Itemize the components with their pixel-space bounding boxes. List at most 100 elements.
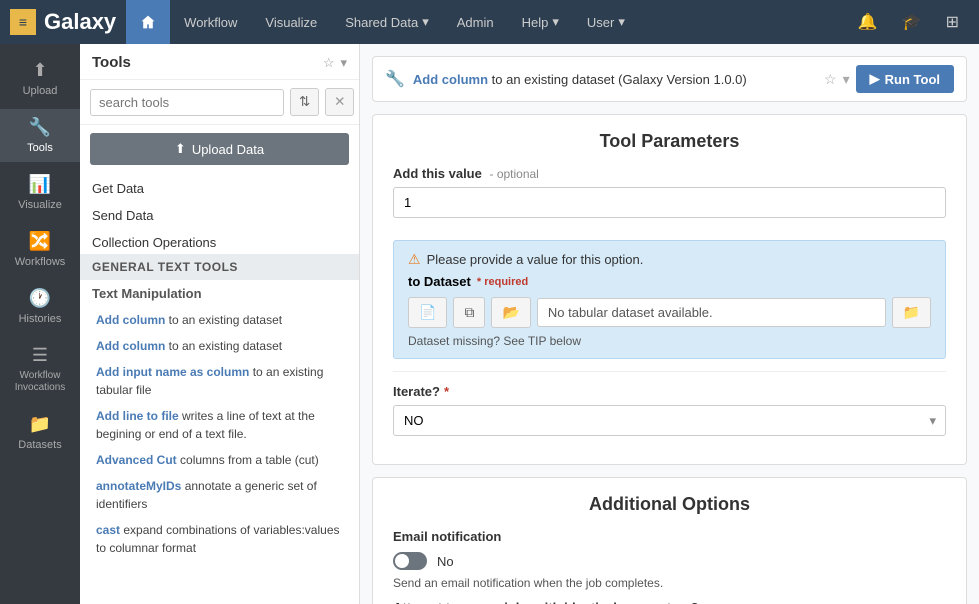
add-value-input[interactable] [393,187,946,218]
tools-header: Tools ☆ ▾ [80,44,359,80]
run-tool-button[interactable]: ▶ Run Tool [856,65,954,93]
sidebar-item-upload[interactable]: ⬆ Upload [0,52,80,105]
iterate-select-wrapper: NO YES ▾ [393,405,946,436]
nav-item-shared-data[interactable]: Shared Data ▾ [331,0,443,44]
navbar: ≡ Galaxy Workflow Visualize Shared Data … [0,0,979,44]
sidebar: ⬆ Upload 🔧 Tools 📊 Visualize 🔀 Workflows… [0,44,80,604]
alert-row: ⚠ Please provide a value for this option… [408,251,931,268]
datasets-icon: 📁 [29,414,51,435]
add-value-label: Add this value - optional [393,166,946,181]
sidebar-item-datasets[interactable]: 📁 Datasets [0,406,80,459]
sidebar-label-histories: Histories [19,313,62,325]
optional-badge: - optional [489,167,538,181]
dataset-selector: 📄 ⧉ 📂 No tabular dataset available. 📁 [408,297,931,328]
dataset-copy-icon-button[interactable]: ⧉ [453,297,485,328]
alert-info-box: ⚠ Please provide a value for this option… [393,240,946,359]
tool-desc-1: to an existing dataset [165,339,282,353]
sidebar-item-histories[interactable]: 🕐 Histories [0,280,80,333]
sidebar-item-visualize[interactable]: 📊 Visualize [0,166,80,219]
graduation-icon[interactable]: 🎓 [892,0,932,44]
nav-items: Workflow Visualize Shared Data ▾ Admin H… [170,0,848,44]
brand: ≡ Galaxy [10,9,116,35]
run-label: Run Tool [885,72,940,87]
list-item[interactable]: Add input name as column to an existing … [80,359,359,403]
apps-icon[interactable]: ⊞ [936,0,969,44]
dataset-folder-icon-button[interactable]: 📂 [491,297,530,328]
email-description: Send an email notification when the job … [393,576,946,590]
sidebar-item-tools[interactable]: 🔧 Tools [0,109,80,162]
list-item[interactable]: Advanced Cut columns from a table (cut) [80,447,359,473]
sidebar-label-upload: Upload [23,85,58,97]
category-send-data[interactable]: Send Data [80,200,359,227]
list-item[interactable]: cast expand combinations of variables:va… [80,517,359,561]
iterate-required-star: * [444,384,449,399]
home-nav-item[interactable] [126,0,170,44]
list-item[interactable]: Add line to file writes a line of text a… [80,403,359,447]
upload-btn-icon: ⬆ [175,141,186,157]
tool-bar-actions: ☆ ▾ ▶ Run Tool [824,65,954,93]
tools-panel: Tools ☆ ▾ ⇅ ✕ ⬆ Upload Data Get Data Sen… [80,44,360,604]
sidebar-item-workflows[interactable]: 🔀 Workflows [0,223,80,276]
tool-more-button[interactable]: ▾ [843,71,850,88]
upload-data-button[interactable]: ⬆ Upload Data [90,133,349,165]
nav-item-workflow[interactable]: Workflow [170,0,251,44]
tool-link-5[interactable]: annotateMyIDs [96,479,181,493]
additional-options-title: Additional Options [393,494,946,515]
search-clear-button[interactable]: ✕ [325,88,354,116]
search-input[interactable] [90,89,284,116]
tool-desc-0: to an existing dataset [165,313,282,327]
iterate-select[interactable]: NO YES [393,405,946,436]
tools-star-icon[interactable]: ☆ [323,55,335,71]
sidebar-label-workflow-invocations: WorkflowInvocations [15,370,66,394]
tool-link-0[interactable]: Add column [96,313,165,327]
tool-link-3[interactable]: Add line to file [96,409,179,423]
dataset-select-dropdown[interactable]: No tabular dataset available. [537,298,886,327]
upload-btn-label: Upload Data [192,142,264,157]
to-dataset-row: to Dataset * required [408,274,931,289]
iterate-label: Iterate? * [393,384,946,399]
tool-link-2[interactable]: Add input name as column [96,365,249,379]
section-divider [393,371,946,372]
nav-item-admin[interactable]: Admin [443,0,508,44]
tool-bar-text: Add column to an existing dataset (Galax… [413,72,816,87]
text-manipulation-header: Text Manipulation [80,280,359,307]
tool-star-button[interactable]: ☆ [824,71,837,88]
notification-icon[interactable]: 🔔 [848,0,888,44]
tool-link-6[interactable]: cast [96,523,120,537]
email-toggle-row: No [393,552,946,570]
user-dropdown-icon: ▾ [618,14,625,30]
sidebar-label-workflows: Workflows [15,256,66,268]
alert-text: Please provide a value for this option. [427,252,644,267]
params-title: Tool Parameters [393,131,946,152]
reuse-jobs-label: Attempt to re-use jobs with identical pa… [393,600,946,604]
dataset-tip-text: Dataset missing? See TIP below [408,334,931,348]
tool-link-4[interactable]: Advanced Cut [96,453,177,467]
sidebar-item-workflow-invocations[interactable]: ☰ WorkflowInvocations [0,337,80,402]
add-value-field: Add this value - optional [393,166,946,228]
to-dataset-label: to Dataset [408,274,471,289]
search-button[interactable]: ⇅ [290,88,319,116]
list-item[interactable]: annotateMyIDs annotate a generic set of … [80,473,359,517]
tool-parameters-card: Tool Parameters Add this value - optiona… [372,114,967,465]
sidebar-label-visualize: Visualize [18,199,62,211]
category-get-data[interactable]: Get Data [80,173,359,200]
nav-item-help[interactable]: Help ▾ [508,0,573,44]
list-item[interactable]: Add column to an existing dataset [80,307,359,333]
sidebar-label-datasets: Datasets [18,439,61,451]
search-bar: ⇅ ✕ [80,80,359,125]
tool-link-1[interactable]: Add column [96,339,165,353]
tool-bar-link[interactable]: Add column [413,72,488,87]
nav-item-user[interactable]: User ▾ [573,0,639,44]
list-item[interactable]: Add column to an existing dataset [80,333,359,359]
brand-name: Galaxy [44,9,116,35]
category-collection-operations[interactable]: Collection Operations [80,227,359,254]
tool-desc-4: columns from a table (cut) [177,453,319,467]
run-icon: ▶ [870,71,880,87]
nav-item-visualize[interactable]: Visualize [251,0,331,44]
email-notification-toggle[interactable] [393,552,427,570]
dataset-open-button[interactable]: 📁 [892,297,931,328]
main-layout: ⬆ Upload 🔧 Tools 📊 Visualize 🔀 Workflows… [0,44,979,604]
tools-more-icon[interactable]: ▾ [340,55,347,71]
dataset-file-icon-button[interactable]: 📄 [408,297,447,328]
required-label: * required [477,276,528,288]
